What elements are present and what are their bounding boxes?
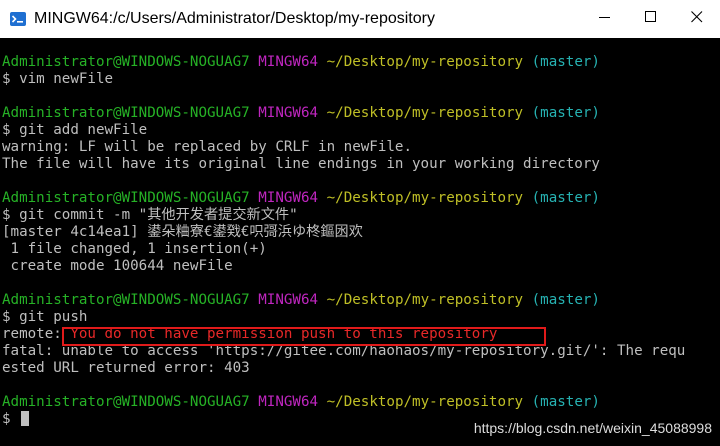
- prompt-symbol: $: [2, 411, 11, 427]
- terminal-output[interactable]: Administrator@WINDOWS-NOGUAG7 MINGW64 ~/…: [0, 38, 720, 446]
- command-text: vim newFile: [19, 71, 114, 87]
- close-icon: [691, 10, 703, 28]
- command-line: $: [2, 411, 30, 428]
- window-title: MINGW64:/c/Users/Administrator/Desktop/m…: [34, 10, 435, 27]
- command-line: $ vim newFile: [2, 71, 113, 88]
- prompt-user-host: Administrator@WINDOWS-NOGUAG7: [2, 292, 250, 308]
- output-line: create mode 100644 newFile: [2, 258, 233, 274]
- prompt-user-host: Administrator@WINDOWS-NOGUAG7: [2, 190, 250, 206]
- command-line: $ git push: [2, 309, 87, 326]
- text-cursor: [21, 411, 30, 426]
- prompt-symbol: $: [2, 71, 11, 87]
- prompt-branch: (master): [531, 105, 600, 121]
- prompt-symbol: $: [2, 309, 11, 325]
- prompt-system: MINGW64: [258, 54, 319, 70]
- prompt-symbol: $: [2, 122, 11, 138]
- prompt-line: Administrator@WINDOWS-NOGUAG7 MINGW64 ~/…: [2, 394, 600, 411]
- maximize-button[interactable]: [628, 0, 674, 38]
- prompt-line: Administrator@WINDOWS-NOGUAG7 MINGW64 ~/…: [2, 190, 600, 207]
- prompt-path: ~/Desktop/my-repository: [326, 394, 524, 410]
- mingw-terminal-icon: [10, 11, 26, 27]
- prompt-path: ~/Desktop/my-repository: [326, 54, 524, 70]
- prompt-system: MINGW64: [258, 105, 319, 121]
- watermark-text: https://blog.csdn.net/weixin_45088998: [473, 420, 712, 436]
- minimize-icon: [599, 10, 611, 28]
- output-line: [master 4c14ea1] 鍙朵粬寮€鍙戣€呮彁浜ゆ柊鏂囦欢: [2, 224, 363, 240]
- terminal-window: MINGW64:/c/Users/Administrator/Desktop/m…: [0, 0, 720, 446]
- prompt-branch: (master): [531, 54, 600, 70]
- command-text: git commit -m "其他开发者提交新文件": [19, 207, 298, 223]
- prompt-user-host: Administrator@WINDOWS-NOGUAG7: [2, 54, 250, 70]
- prompt-system: MINGW64: [258, 394, 319, 410]
- prompt-line: Administrator@WINDOWS-NOGUAG7 MINGW64 ~/…: [2, 292, 600, 309]
- prompt-line: Administrator@WINDOWS-NOGUAG7 MINGW64 ~/…: [2, 105, 600, 122]
- output-line: warning: LF will be replaced by CRLF in …: [2, 139, 412, 155]
- command-text: git add newFile: [19, 122, 148, 138]
- prompt-branch: (master): [531, 292, 600, 308]
- prompt-branch: (master): [531, 394, 600, 410]
- command-line: $ git add newFile: [2, 122, 147, 139]
- prompt-line: Administrator@WINDOWS-NOGUAG7 MINGW64 ~/…: [2, 54, 600, 71]
- prompt-path: ~/Desktop/my-repository: [326, 292, 524, 308]
- window-controls: [582, 0, 720, 38]
- minimize-button[interactable]: [582, 0, 628, 38]
- error-highlight-box: [62, 327, 546, 346]
- output-line: ested URL returned error: 403: [2, 360, 250, 376]
- command-text: git push: [19, 309, 88, 325]
- prompt-user-host: Administrator@WINDOWS-NOGUAG7: [2, 105, 250, 121]
- prompt-user-host: Administrator@WINDOWS-NOGUAG7: [2, 394, 250, 410]
- title-bar[interactable]: MINGW64:/c/Users/Administrator/Desktop/m…: [0, 0, 720, 38]
- prompt-symbol: $: [2, 207, 11, 223]
- command-line: $ git commit -m "其他开发者提交新文件": [2, 207, 298, 224]
- prompt-system: MINGW64: [258, 292, 319, 308]
- close-button[interactable]: [674, 0, 720, 38]
- prompt-system: MINGW64: [258, 190, 319, 206]
- prompt-path: ~/Desktop/my-repository: [326, 190, 524, 206]
- output-line: 1 file changed, 1 insertion(+): [2, 241, 267, 257]
- output-line: The file will have its original line end…: [2, 156, 600, 172]
- prompt-path: ~/Desktop/my-repository: [326, 105, 524, 121]
- prompt-branch: (master): [531, 190, 600, 206]
- maximize-icon: [645, 10, 657, 28]
- remote-label: remote:: [2, 326, 62, 342]
